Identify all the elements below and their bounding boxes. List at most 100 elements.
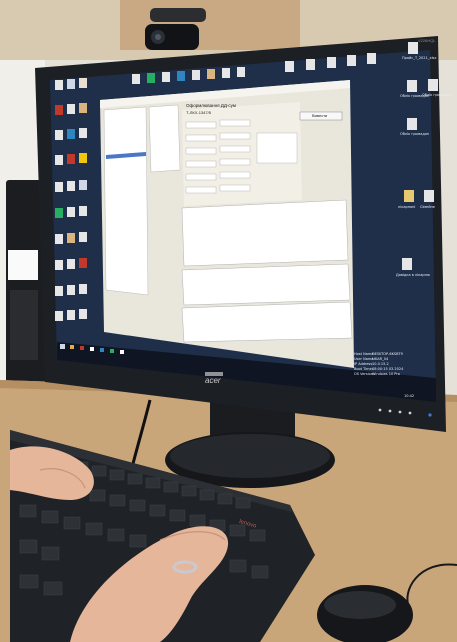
keyboard-key[interactable] <box>89 489 106 502</box>
form-field[interactable] <box>219 119 251 127</box>
desktop-icon[interactable] <box>237 67 245 77</box>
desktop-icon[interactable] <box>55 80 63 90</box>
keyboard-key[interactable] <box>19 574 39 589</box>
keyboard-key[interactable] <box>109 469 125 481</box>
desktop-icon[interactable] <box>147 73 155 83</box>
desktop-icon[interactable] <box>67 207 75 217</box>
desktop-icon[interactable] <box>79 284 87 294</box>
form-field[interactable] <box>219 158 251 166</box>
power-led[interactable] <box>428 413 432 417</box>
taskbar-app[interactable] <box>110 349 114 353</box>
desktop-icon[interactable] <box>55 234 63 244</box>
monitor-button[interactable] <box>378 408 382 412</box>
desktop-icon[interactable] <box>55 260 63 270</box>
keyboard-key[interactable] <box>249 529 266 542</box>
keyboard-key[interactable] <box>43 581 63 596</box>
desktop-icon[interactable] <box>67 104 75 114</box>
keyboard-key[interactable] <box>169 509 186 522</box>
desktop-icon[interactable] <box>162 72 170 82</box>
keyboard-key[interactable] <box>109 494 126 507</box>
desktop-icon[interactable] <box>67 79 75 89</box>
taskbar-app[interactable] <box>70 345 74 349</box>
form-field[interactable] <box>185 160 217 168</box>
keyboard-key[interactable] <box>149 504 166 517</box>
keyboard-key[interactable] <box>127 473 143 485</box>
desktop-icon[interactable] <box>67 129 75 139</box>
form-field[interactable] <box>219 184 251 192</box>
keyboard-key[interactable] <box>63 516 81 530</box>
monitor-button[interactable] <box>408 411 412 415</box>
desktop-icon[interactable] <box>222 68 230 78</box>
desktop-icon[interactable] <box>55 130 63 140</box>
keyboard-key[interactable] <box>163 481 179 493</box>
keyboard-key[interactable] <box>251 565 269 579</box>
desktop-icon[interactable] <box>404 190 414 202</box>
form-field[interactable] <box>185 147 217 155</box>
desktop-icon[interactable] <box>402 258 412 270</box>
desktop-icon[interactable] <box>79 153 87 163</box>
taskbar-app[interactable] <box>80 346 84 350</box>
desktop-icon[interactable] <box>79 128 87 138</box>
comments-textarea[interactable] <box>181 301 353 343</box>
keyboard-key[interactable] <box>189 514 206 527</box>
taskbar-app[interactable] <box>90 347 94 351</box>
keyboard-key[interactable] <box>199 489 215 501</box>
desktop-icon[interactable] <box>408 42 418 54</box>
keyboard-key[interactable] <box>85 522 103 536</box>
desktop-icon[interactable] <box>67 233 75 243</box>
keyboard-key[interactable] <box>217 493 233 505</box>
desktop-icon[interactable] <box>55 208 63 218</box>
desktop-icon[interactable] <box>55 311 63 321</box>
desktop-icon[interactable] <box>407 118 417 130</box>
results-textarea[interactable] <box>181 263 351 306</box>
desktop-icon[interactable] <box>55 155 63 165</box>
desktop-icon[interactable] <box>327 57 336 68</box>
desktop-icon[interactable] <box>79 180 87 190</box>
start-button[interactable] <box>60 344 65 349</box>
desktop-icon[interactable] <box>207 69 215 79</box>
desktop-icon[interactable] <box>79 258 87 268</box>
desktop-icon[interactable] <box>306 59 315 70</box>
keyboard-key[interactable] <box>41 546 60 561</box>
keyboard-key[interactable] <box>181 485 197 497</box>
desktop-icon[interactable] <box>55 182 63 192</box>
desktop-icon[interactable] <box>79 206 87 216</box>
keyboard-key[interactable] <box>229 524 246 537</box>
keyboard-key[interactable] <box>91 465 107 477</box>
desktop-icon[interactable] <box>67 259 75 269</box>
desktop-icon[interactable] <box>79 103 87 113</box>
keyboard-key[interactable] <box>129 534 147 548</box>
desktop-icon[interactable] <box>177 71 185 81</box>
desktop-icon[interactable] <box>132 74 140 84</box>
monitor-button[interactable] <box>388 409 392 413</box>
form-field[interactable] <box>219 171 251 179</box>
desktop-icon[interactable] <box>55 286 63 296</box>
taskbar-app[interactable] <box>100 348 104 352</box>
desktop-icon[interactable] <box>192 70 200 80</box>
taskbar-app[interactable] <box>120 350 124 354</box>
desktop-icon[interactable] <box>407 80 417 92</box>
form-field[interactable] <box>219 145 251 153</box>
keyboard-key[interactable] <box>145 477 161 489</box>
form-field[interactable] <box>185 173 217 181</box>
desktop-icon[interactable] <box>285 61 294 72</box>
desktop-icon[interactable] <box>67 154 75 164</box>
form-field[interactable] <box>219 132 251 140</box>
desktop-icon[interactable] <box>367 53 376 64</box>
desktop-icon[interactable] <box>428 79 438 91</box>
desktop-icon[interactable] <box>55 105 63 115</box>
desktop-icon[interactable] <box>424 190 434 202</box>
desktop-icon[interactable] <box>67 285 75 295</box>
desktop-icon[interactable] <box>79 232 87 242</box>
desktop-icon[interactable] <box>67 310 75 320</box>
keyboard-key[interactable] <box>235 497 251 509</box>
keyboard-key[interactable] <box>19 539 38 554</box>
keyboard-key[interactable] <box>129 499 146 512</box>
keyboard-key[interactable] <box>41 510 59 524</box>
list-panel[interactable] <box>148 104 181 173</box>
diagnosis-listbox[interactable] <box>256 132 298 164</box>
monitor-button[interactable] <box>398 410 402 414</box>
keyboard-key[interactable] <box>229 559 247 573</box>
form-field[interactable] <box>185 186 217 194</box>
desktop-icon[interactable] <box>79 309 87 319</box>
